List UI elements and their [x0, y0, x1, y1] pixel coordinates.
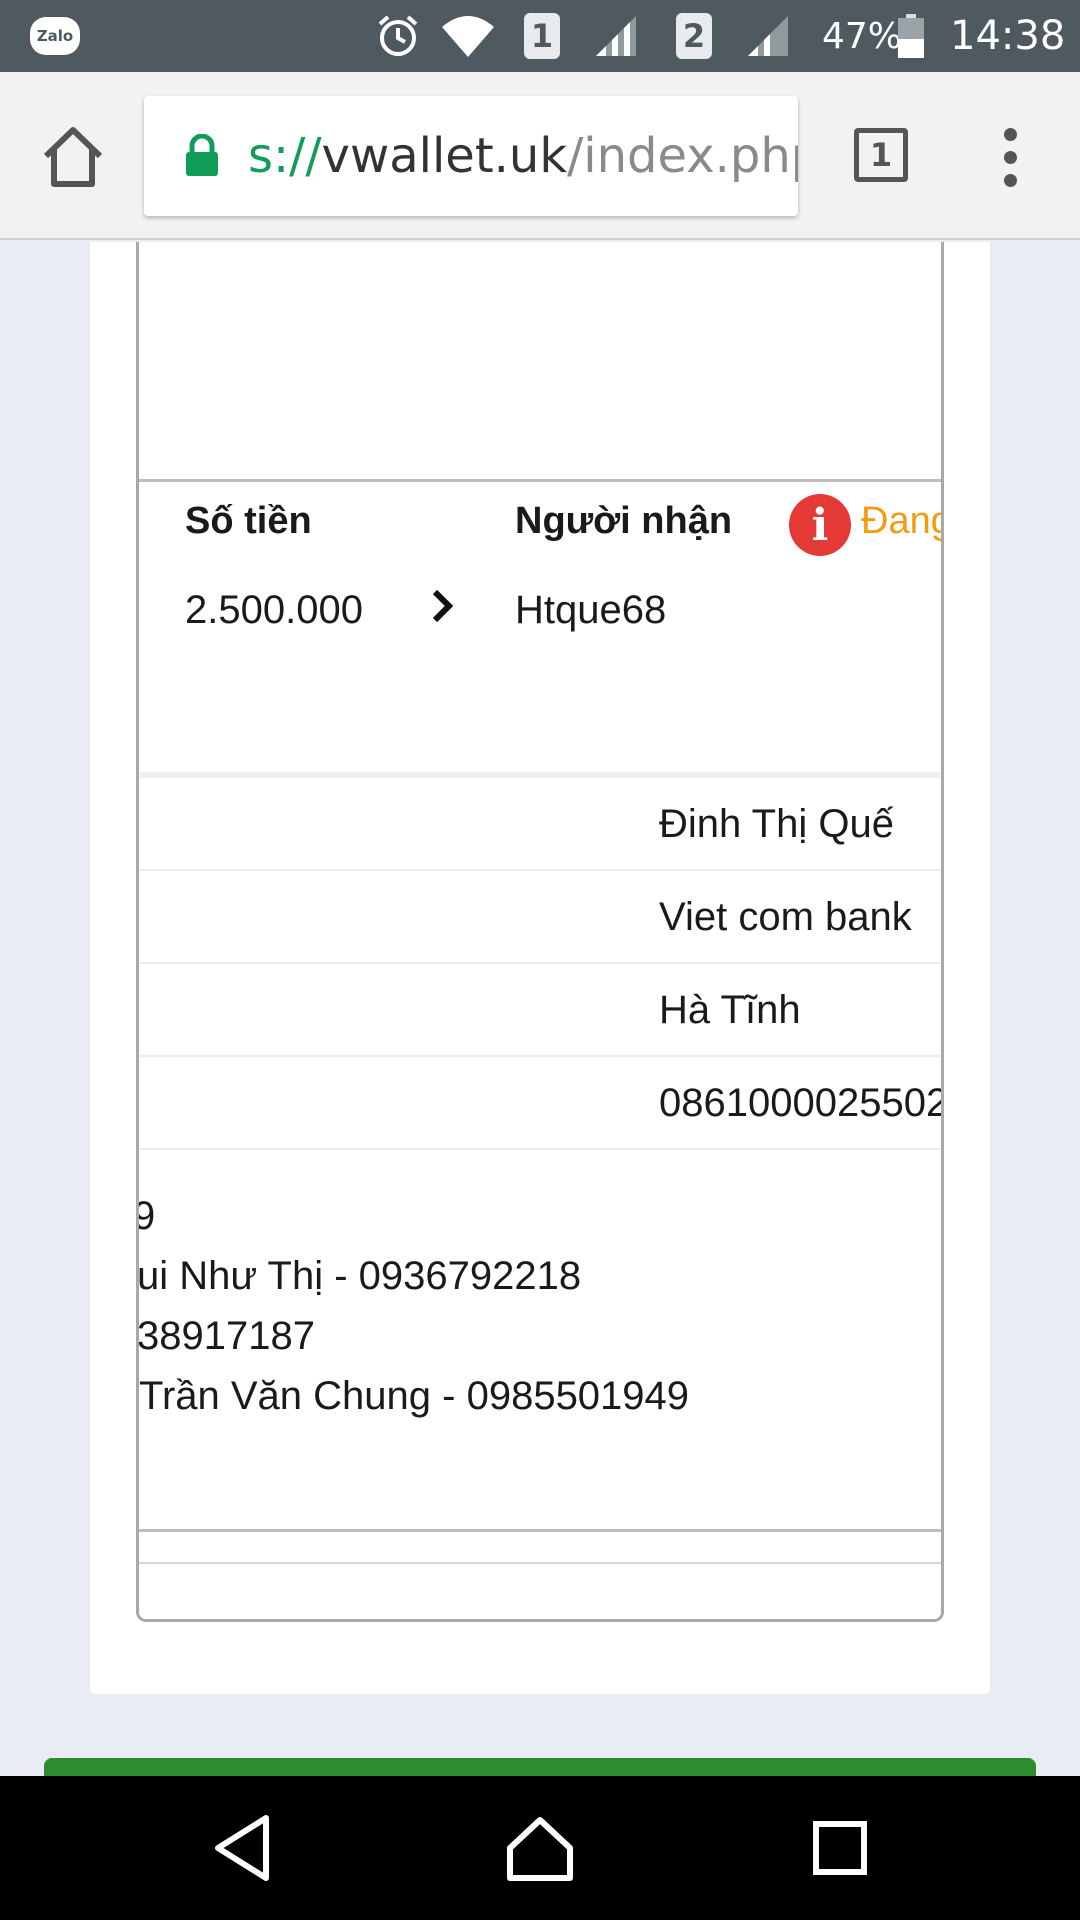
- alarm-icon: [376, 0, 420, 72]
- url-scheme: s://: [248, 128, 322, 184]
- url-bar[interactable]: s://vwallet.uk/index.php?: [144, 96, 798, 216]
- navigation-bar: [0, 1776, 1080, 1920]
- divider: [139, 1562, 941, 1564]
- sim1-label: 1: [524, 13, 560, 59]
- detail-bank: Viet com bank: [659, 895, 912, 939]
- action-button[interactable]: [44, 1758, 1036, 1776]
- chevron-right-icon: [425, 584, 461, 628]
- notes-block: 9 ui Như Thị - 0936792218 38917187 Trần …: [137, 1152, 941, 1532]
- detail-row: Hà Tĩnh: [139, 964, 941, 1057]
- overflow-menu-icon[interactable]: [994, 128, 1028, 188]
- home-icon[interactable]: [38, 122, 108, 192]
- detail-account: 0861000025502: [659, 1081, 944, 1125]
- signal1-icon: [594, 0, 638, 72]
- details-list: Đinh Thị Quế Viet com bank Hà Tĩnh 08610…: [139, 772, 944, 1150]
- lock-icon: [184, 133, 220, 178]
- note-line: 38917187: [137, 1314, 315, 1358]
- note-line: ui Như Thị - 0936792218: [137, 1254, 582, 1298]
- recipient-label: Người nhận: [515, 500, 733, 542]
- battery-percent: 47%: [822, 15, 903, 57]
- transaction-frame: Số tiền Người nhận i Đang 2.500.000 Htqu…: [136, 242, 944, 1622]
- zalo-notification-icon: Zalo: [30, 0, 80, 72]
- sim2-icon: 2: [676, 0, 712, 72]
- recents-icon[interactable]: [800, 1808, 880, 1888]
- detail-row: Đinh Thị Quế: [139, 778, 941, 871]
- url-path: /index.php?: [567, 128, 798, 184]
- detail-branch: Hà Tĩnh: [659, 988, 801, 1032]
- status-text: Đang: [861, 500, 944, 542]
- battery-fill: [898, 39, 924, 58]
- detail-name: Đinh Thị Quế: [659, 802, 894, 846]
- info-icon[interactable]: i: [789, 494, 851, 556]
- clock: 14:38: [950, 13, 1066, 59]
- battery-icon: [898, 0, 924, 72]
- note-line: 9: [139, 1194, 155, 1239]
- page-content: Số tiền Người nhận i Đang 2.500.000 Htqu…: [0, 242, 1080, 1776]
- detail-row: 0861000025502: [139, 1057, 944, 1150]
- back-icon[interactable]: [202, 1808, 282, 1888]
- note-line: Trần Văn Chung - 0985501949: [139, 1374, 690, 1418]
- amount-label: Số tiền: [185, 500, 312, 542]
- sim2-label: 2: [676, 13, 712, 59]
- zalo-label: Zalo: [30, 17, 80, 55]
- blank-area: [139, 242, 941, 482]
- sim1-icon: 1: [524, 0, 560, 72]
- status-bar: Zalo 1 2 47% 14:38: [0, 0, 1080, 72]
- tab-switcher-button[interactable]: 1: [854, 128, 908, 182]
- nav-home-icon[interactable]: [500, 1808, 580, 1888]
- url-host: vwallet.uk: [321, 128, 568, 184]
- browser-toolbar: s://vwallet.uk/index.php? 1: [0, 72, 1080, 240]
- url-text: s://vwallet.uk/index.php?: [248, 96, 798, 216]
- recipient-value: Htque68: [515, 588, 667, 632]
- signal2-icon: [746, 0, 790, 72]
- amount-value: 2.500.000: [185, 588, 363, 632]
- detail-row: Viet com bank: [139, 871, 941, 964]
- wifi-icon: [440, 0, 496, 72]
